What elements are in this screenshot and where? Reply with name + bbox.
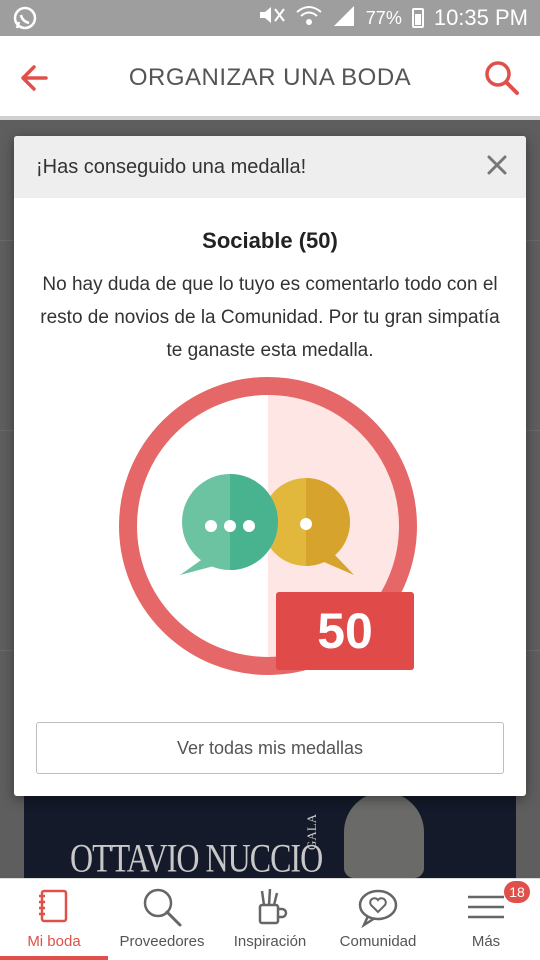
- nav-item-mi-boda[interactable]: Mi boda: [0, 879, 108, 960]
- page-title: ORGANIZAR UNA BODA: [128, 64, 412, 91]
- chat-heart-icon: [356, 885, 400, 929]
- search-icon: [140, 885, 184, 929]
- medal-dialog: ¡Has conseguido una medalla! Sociable (5…: [14, 136, 526, 796]
- ad-model-image: [344, 792, 424, 878]
- medal-count: 50: [317, 603, 373, 659]
- ad-banner[interactable]: OTTAVIO NUCCIO GALA: [24, 790, 516, 878]
- status-bar: 77% 10:35 PM: [0, 0, 540, 36]
- nav-item-comunidad[interactable]: Comunidad: [324, 879, 432, 960]
- bottom-nav: Mi boda Proveedores Inspiración Comunida…: [0, 878, 540, 960]
- whatsapp-icon: [12, 5, 38, 36]
- medal-badge-icon: 50: [118, 376, 418, 676]
- wifi-icon: [296, 4, 322, 32]
- search-icon[interactable]: [482, 58, 522, 98]
- dialog-title: ¡Has conseguido una medalla!: [36, 156, 307, 178]
- status-time: 10:35 PM: [433, 5, 528, 30]
- notification-badge: 18: [504, 881, 530, 903]
- menu-icon: [464, 885, 508, 929]
- nav-label: Más: [471, 933, 501, 950]
- nav-label: Comunidad: [339, 933, 417, 950]
- signal-icon: [332, 4, 356, 32]
- dialog-header: ¡Has conseguido una medalla!: [14, 136, 526, 198]
- ad-sub: GALA: [304, 813, 320, 851]
- battery-icon: [411, 8, 424, 28]
- mute-icon: [258, 4, 286, 32]
- medal-description: No hay duda de que lo tuyo es comentarlo…: [40, 274, 500, 361]
- nav-item-proveedores[interactable]: Proveedores: [108, 879, 216, 960]
- nav-item-inspiracion[interactable]: Inspiración: [216, 879, 324, 960]
- view-all-medals-button[interactable]: Ver todas mis medallas: [36, 722, 504, 774]
- medal-name: Sociable (50): [202, 228, 338, 253]
- nav-label: Inspiración: [233, 933, 307, 950]
- pencil-cup-icon: [248, 885, 292, 929]
- notebook-icon: [32, 885, 76, 929]
- nav-label: Mi boda: [27, 933, 81, 950]
- battery-percent: 77%: [365, 7, 402, 28]
- close-icon[interactable]: [484, 152, 510, 178]
- app-bar: ORGANIZAR UNA BODA: [0, 36, 540, 120]
- nav-label: Proveedores: [119, 933, 205, 950]
- ad-brand: OTTAVIO NUCCIO: [70, 835, 323, 878]
- nav-item-mas[interactable]: 18 Más: [432, 879, 540, 960]
